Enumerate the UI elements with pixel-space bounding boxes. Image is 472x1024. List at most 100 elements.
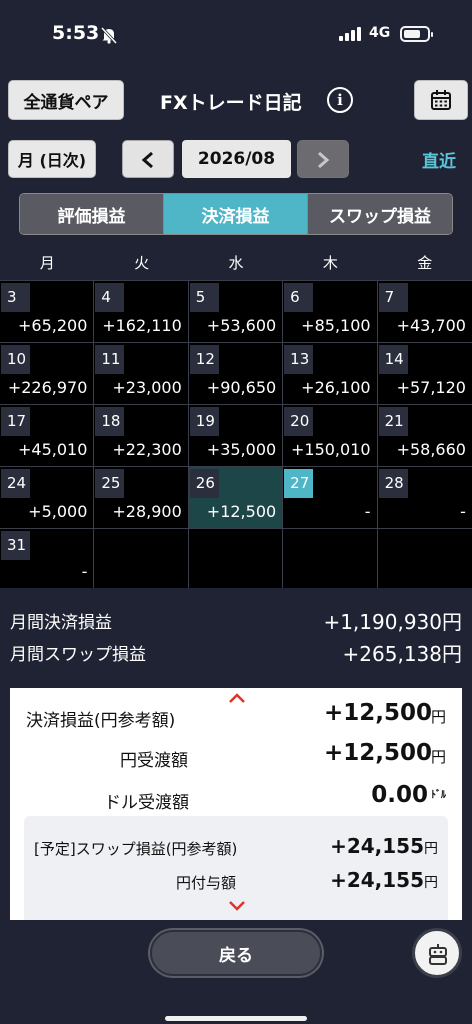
day-pnl-value: - (364, 502, 371, 521)
calendar-day-cell[interactable]: 31 - (0, 529, 95, 588)
calendar-day-cell[interactable]: 28 - (377, 467, 472, 528)
recent-link[interactable]: 直近 (422, 147, 456, 172)
scheduled-swap-value: +24,155 (330, 834, 424, 858)
calendar-day-cell[interactable]: 17 +45,010 (0, 405, 95, 466)
usd-transfer-row: ドル受渡額 0.00 ﾄﾞﾙ (26, 782, 446, 814)
day-pnl-value: +12,500 (206, 502, 277, 521)
calendar-week-row: 10 +226,970 11 +23,000 12 +90,650 13 +26,100 14 +… (0, 342, 472, 404)
battery-icon (400, 26, 433, 42)
day-number: 13 (284, 345, 314, 374)
weekday-header: 月 火 水 木 金 (0, 246, 472, 280)
day-number: 28 (378, 469, 408, 498)
weekday-label: 金 (417, 254, 433, 272)
calendar-day-cell[interactable]: 12 +90,650 (188, 343, 284, 404)
calendar-day-cell[interactable]: 6 +85,100 (283, 281, 378, 342)
day-number: 12 (189, 345, 219, 374)
calendar-day-cell[interactable]: 13 +26,100 (283, 343, 378, 404)
yen-transfer-row: 円受渡額 +12,500 円 (26, 740, 446, 772)
yen-transfer-value: +12,500 (323, 740, 432, 766)
daily-detail-panel[interactable]: 決済損益(円参考額) +12,500 円 円受渡額 +12,500 円 ドル受渡… (10, 688, 462, 920)
calendar-day-cell[interactable]: 4 +162,110 (94, 281, 189, 342)
day-pnl-value: +226,970 (7, 378, 88, 397)
tab-swap-pnl[interactable]: スワップ損益 (308, 194, 452, 234)
day-number: 11 (95, 345, 125, 374)
pnl-calendar: 月 火 水 木 金 3 +65,200 4 +162,110 5 +53,600 6 +85,… (0, 246, 472, 588)
calendar-button[interactable] (414, 80, 468, 120)
day-number: 14 (378, 345, 408, 374)
day-pnl-value: +150,010 (290, 440, 371, 459)
day-pnl-value: +26,100 (301, 378, 371, 397)
usd-transfer-value: 0.00 (371, 782, 428, 808)
day-pnl-value: +90,650 (206, 378, 277, 397)
tab-settled-pnl[interactable]: 決済損益 (164, 194, 308, 234)
calendar-empty-cell (377, 529, 472, 588)
page-title: FXトレード日記 (160, 92, 302, 114)
day-number: 19 (189, 407, 219, 436)
day-pnl-value: +162,110 (102, 316, 182, 335)
day-pnl-value: +58,660 (396, 440, 466, 459)
usd-transfer-unit: ﾄﾞﾙ (431, 790, 446, 801)
home-indicator (165, 1016, 307, 1021)
calendar-day-cell[interactable]: 26 +12,500 (188, 467, 284, 528)
yen-grant-unit: 円 (424, 875, 438, 891)
chevron-down-icon[interactable] (228, 900, 246, 912)
calendar-day-cell[interactable]: 27 - (283, 467, 378, 528)
yen-transfer-label: 円受渡額 (120, 751, 188, 771)
calendar-day-cell[interactable]: 21 +58,660 (377, 405, 472, 466)
all-currency-pairs-button[interactable]: 全通貨ペア (8, 80, 124, 120)
pnl-type-segmented-control: 評価損益 決済損益 スワップ損益 (19, 193, 453, 235)
back-button[interactable]: 戻る (150, 930, 322, 976)
yen-grant-row: 円付与額 +24,155 円 (34, 866, 438, 896)
calendar-day-cell[interactable]: 10 +226,970 (0, 343, 95, 404)
day-number: 18 (95, 407, 125, 436)
day-pnl-value: +35,000 (206, 440, 277, 459)
calendar-day-cell[interactable]: 18 +22,300 (94, 405, 189, 466)
weekday-label: 火 (134, 254, 150, 272)
info-icon[interactable]: i (327, 87, 353, 113)
scheduled-swap-row: [予定]スワップ損益(円参考額) +24,155 円 (34, 832, 438, 862)
calendar-day-cell[interactable]: 5 +53,600 (188, 281, 284, 342)
assistant-button[interactable] (412, 928, 462, 978)
previous-month-button[interactable] (122, 140, 174, 178)
day-number: 7 (378, 283, 408, 312)
calendar-day-cell[interactable]: 3 +65,200 (0, 281, 95, 342)
chevron-right-icon (318, 151, 330, 169)
day-pnl-value: - (81, 562, 88, 581)
signal-icon (339, 27, 361, 41)
calendar-day-cell[interactable]: 11 +23,000 (94, 343, 189, 404)
yen-grant-value: +24,155 (330, 868, 424, 892)
calendar-day-cell[interactable]: 20 +150,010 (283, 405, 378, 466)
calendar-day-cell[interactable]: 7 +43,700 (377, 281, 472, 342)
monthly-settled-row: 月間決済損益 +1,190,930円 (10, 604, 462, 634)
bottom-bar: 戻る (0, 920, 472, 1024)
calendar-day-cell[interactable]: 24 +5,000 (0, 467, 95, 528)
day-number: 4 (95, 283, 125, 312)
settled-pnl-value: +12,500 (323, 700, 432, 726)
day-number: 31 (1, 531, 30, 560)
calendar-day-cell[interactable]: 25 +28,900 (94, 467, 189, 528)
day-number: 17 (1, 407, 30, 436)
day-number: 20 (284, 407, 314, 436)
monthly-summary: 月間決済損益 +1,190,930円 月間スワップ損益 +265,138円 (0, 600, 472, 678)
current-month[interactable]: 2026/08 (182, 140, 291, 178)
day-pnl-value: - (460, 502, 466, 521)
next-month-button[interactable] (297, 140, 349, 178)
day-pnl-value: +53,600 (206, 316, 277, 335)
day-number: 25 (95, 469, 125, 498)
day-pnl-value: +65,200 (18, 316, 88, 335)
settled-pnl-label: 決済損益(円参考額) (26, 711, 176, 731)
day-number: 10 (1, 345, 30, 374)
tab-valuation-pnl[interactable]: 評価損益 (20, 194, 164, 234)
day-number: 21 (378, 407, 408, 436)
day-pnl-value: +43,700 (396, 316, 466, 335)
day-pnl-value: +22,300 (112, 440, 182, 459)
day-pnl-value: +23,000 (112, 378, 182, 397)
calendar-day-cell[interactable]: 14 +57,120 (377, 343, 472, 404)
period-mode-button[interactable]: 月 (日次) (8, 140, 96, 178)
network-type: 4G (369, 25, 391, 41)
usd-transfer-label: ドル受渡額 (104, 793, 189, 813)
day-pnl-value: +5,000 (28, 502, 88, 521)
calendar-empty-cell (94, 529, 189, 588)
calendar-day-cell[interactable]: 19 +35,000 (188, 405, 284, 466)
weekday-label: 水 (228, 254, 244, 272)
